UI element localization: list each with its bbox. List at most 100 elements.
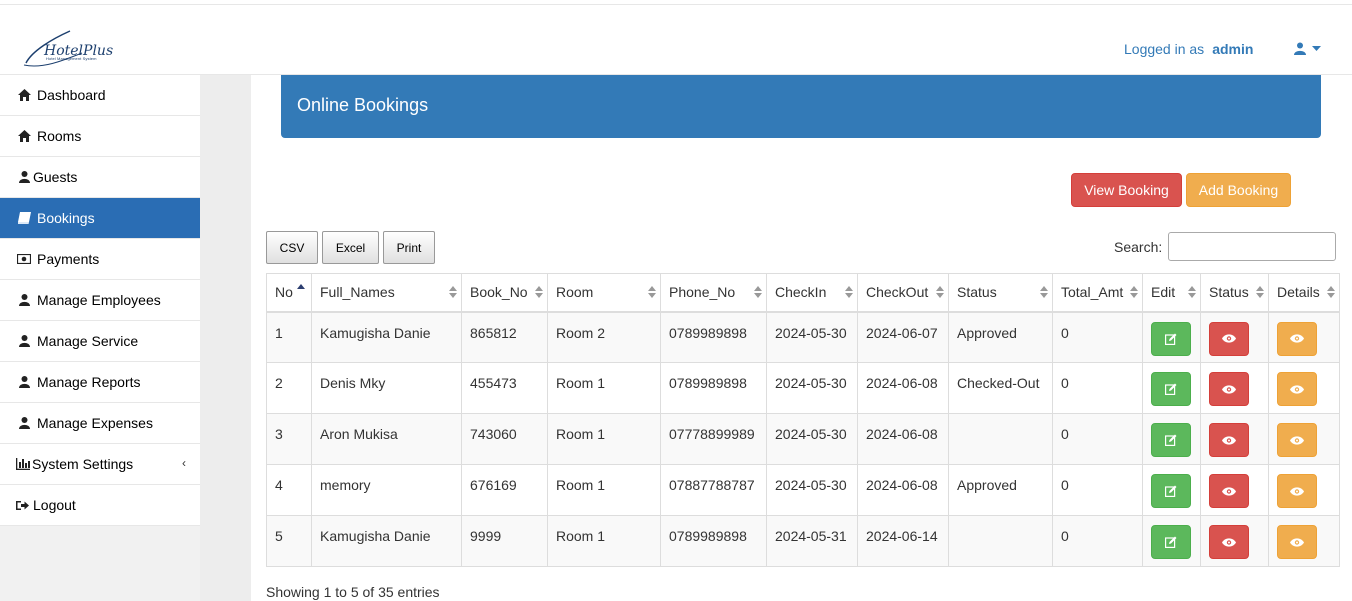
sidebar-item-bookings[interactable]: Bookings [0, 198, 200, 239]
eye-icon [1222, 537, 1236, 547]
cell-action [1142, 515, 1201, 567]
print-button[interactable]: Print [383, 231, 435, 264]
sidebar-item-payments[interactable]: Payments [0, 239, 200, 280]
column-header-label: Total_Amt [1061, 284, 1124, 301]
sidebar-item-label: Dashboard [37, 87, 106, 103]
sort-both-icon [1256, 286, 1264, 298]
cell-name: Kamugisha Danie [311, 311, 462, 363]
cell-room: Room 2 [547, 311, 661, 363]
details-button[interactable] [1277, 321, 1317, 356]
export-excel-button[interactable]: Excel [322, 231, 379, 264]
bar-chart-icon [16, 457, 30, 471]
home-icon [17, 88, 31, 102]
status-view-button[interactable] [1209, 474, 1249, 508]
cell-action [1268, 515, 1340, 567]
cell-status [948, 413, 1053, 465]
status-view-button[interactable] [1209, 525, 1249, 559]
column-header-phone-no[interactable]: Phone_No [660, 273, 767, 313]
column-header-label: CheckOut [866, 284, 929, 301]
edit-button[interactable] [1151, 423, 1191, 457]
details-button[interactable] [1277, 474, 1317, 508]
sidebar-item-manage-reports[interactable]: Manage Reports [0, 362, 200, 403]
logged-in-prefix: Logged in as [1124, 41, 1205, 57]
details-button[interactable] [1277, 372, 1317, 406]
cell-book-no: 865812 [461, 311, 548, 363]
cell-book-no: 455473 [461, 362, 548, 414]
sign-out-icon [15, 498, 29, 512]
edit-button[interactable] [1151, 372, 1191, 406]
sidebar-item-manage-expenses[interactable]: Manage Expenses [0, 403, 200, 444]
column-header-full-names[interactable]: Full_Names [311, 273, 462, 313]
column-header-status-action[interactable]: Status [1200, 273, 1269, 313]
status-view-button[interactable] [1209, 423, 1249, 457]
column-header-label: Full_Names [320, 284, 395, 301]
caret-down-icon [1312, 45, 1321, 51]
cell-room: Room 1 [547, 413, 661, 465]
search-input[interactable] [1168, 232, 1336, 261]
sidebar-item-manage-service[interactable]: Manage Service [0, 321, 200, 362]
edit-button[interactable] [1151, 525, 1191, 559]
edit-button[interactable] [1151, 474, 1191, 508]
sidebar-item-dashboard[interactable]: Dashboard [0, 75, 200, 116]
table-body: 1 Kamugisha Danie 865812 Room 2 0789989898 20… [266, 311, 1340, 567]
cell-checkin: 2024-05-30 [766, 413, 858, 465]
search-label: Search: [1114, 239, 1163, 255]
column-header-label: Book_No [470, 284, 528, 301]
column-header-book-no[interactable]: Book_No [461, 273, 548, 313]
sidebar-item-label: Manage Service [37, 333, 139, 349]
export-csv-button[interactable]: CSV [266, 231, 318, 264]
cell-no: 5 [266, 515, 312, 567]
cell-checkin: 2024-05-31 [766, 515, 858, 567]
table-info-text: Showing 1 to 5 of 35 entries [266, 584, 440, 600]
cell-room: Room 1 [547, 515, 661, 567]
column-header-label: Status [957, 284, 997, 301]
column-header-total-amt[interactable]: Total_Amt [1052, 273, 1143, 313]
cell-action [1268, 311, 1340, 363]
column-header-label: Phone_No [669, 284, 736, 301]
user-icon [19, 170, 30, 184]
column-header-checkout[interactable]: CheckOut [857, 273, 949, 313]
user-icon [19, 334, 30, 348]
details-button[interactable] [1277, 525, 1317, 559]
sort-both-icon [936, 286, 944, 298]
edit-icon [1165, 434, 1177, 446]
edit-button[interactable] [1151, 321, 1191, 356]
sidebar-nav: Dashboard Rooms Guests Bookings Payments… [0, 75, 200, 526]
cell-action [1142, 311, 1201, 363]
column-header-no[interactable]: No [266, 273, 312, 313]
details-button[interactable] [1277, 423, 1317, 457]
eye-icon [1290, 384, 1304, 394]
sidebar-item-manage-employees[interactable]: Manage Employees [0, 280, 200, 321]
sort-both-icon [1130, 286, 1138, 298]
cell-no: 2 [266, 362, 312, 414]
column-header-status[interactable]: Status [948, 273, 1053, 313]
user-menu-toggle[interactable] [1294, 42, 1321, 55]
cell-status [948, 515, 1053, 567]
eye-icon [1222, 486, 1236, 496]
sidebar-item-logout[interactable]: Logout [0, 485, 200, 526]
sidebar-item-guests[interactable]: Guests [0, 157, 200, 198]
view-booking-button[interactable]: View Booking [1071, 173, 1182, 207]
column-header-room[interactable]: Room [547, 273, 661, 313]
status-view-button[interactable] [1209, 372, 1249, 406]
sort-both-icon [648, 286, 656, 298]
sidebar-item-system-settings[interactable]: System Settings ‹ [0, 444, 200, 485]
column-header-label: Details [1277, 284, 1320, 301]
chevron-left-icon[interactable]: ‹ [182, 456, 186, 470]
sidebar-item-label: Logout [33, 497, 76, 513]
status-view-button[interactable] [1209, 321, 1249, 356]
add-booking-button[interactable]: Add Booking [1186, 173, 1291, 207]
sidebar-item-rooms[interactable]: Rooms [0, 116, 200, 157]
sidebar-item-label: Manage Employees [37, 292, 161, 308]
cell-phone: 07778899989 [660, 413, 767, 465]
column-header-checkin[interactable]: CheckIn [766, 273, 858, 313]
column-header-label: Room [556, 284, 594, 301]
cell-total: 0 [1052, 464, 1143, 516]
cell-checkin: 2024-05-30 [766, 362, 858, 414]
eye-icon [1290, 334, 1304, 343]
column-header-edit[interactable]: Edit [1142, 273, 1201, 313]
table-row: 2 Denis Mky 455473 Room 1 0789989898 2024-05-… [266, 362, 1340, 414]
edit-icon [1165, 333, 1177, 345]
column-header-label: No [275, 284, 293, 301]
column-header-details[interactable]: Details [1268, 273, 1340, 313]
